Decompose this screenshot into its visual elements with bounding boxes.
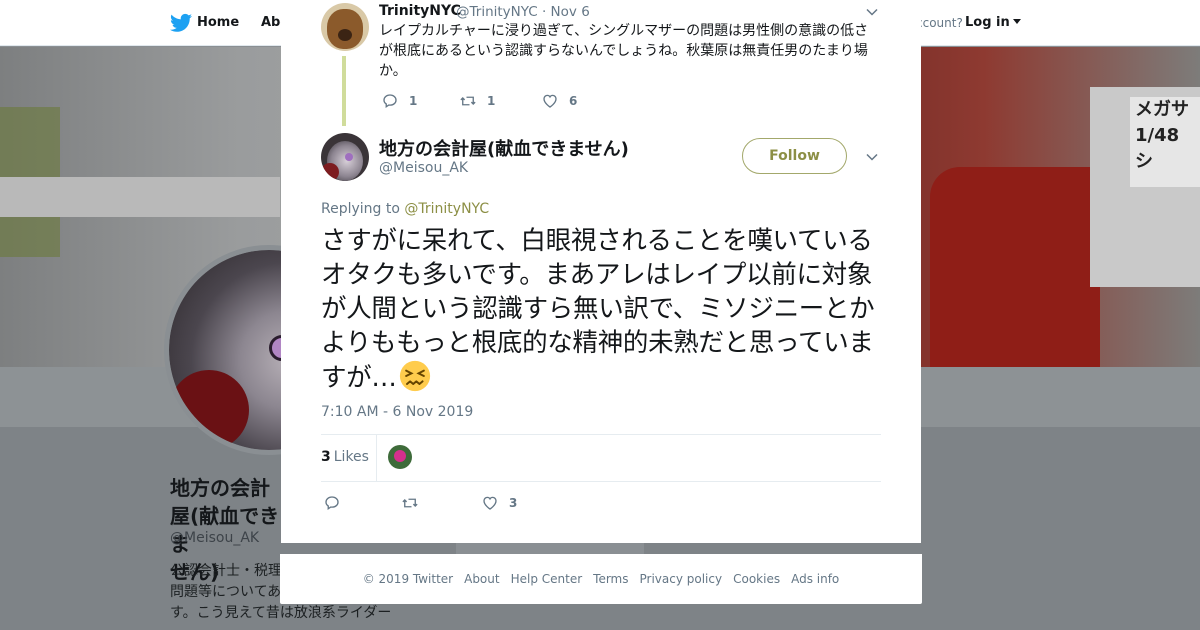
caret-down-icon [1012, 19, 1021, 24]
replying-to-prefix: Replying to [321, 201, 400, 217]
footer-links: © 2019 Twitter About Help Center Terms P… [280, 554, 922, 604]
replied-user-avatar[interactable] [321, 3, 369, 51]
like-action[interactable]: 3 [481, 494, 517, 512]
tweet-text: さすがに呆れて、白眼視されることを嘆いているオタクも多いです。まあアレはレイプ以… [321, 224, 883, 395]
likes-count: 3 [321, 449, 331, 465]
divider [376, 435, 377, 481]
footer-link-about[interactable]: About [464, 572, 499, 586]
banner-shape [0, 177, 280, 217]
chevron-down-icon[interactable] [866, 151, 878, 163]
divider [321, 434, 881, 435]
login-label: Log in [965, 15, 1010, 30]
author-avatar[interactable] [321, 133, 369, 181]
overlay-gap [456, 543, 644, 554]
like-count: 3 [509, 496, 518, 510]
banner-sign-text: メガサ 1/48 シ [1135, 97, 1200, 175]
banner-shape [930, 167, 1100, 367]
liker-avatar[interactable] [388, 445, 412, 469]
divider [321, 481, 881, 482]
nav-account-prompt: ccount? [916, 16, 963, 30]
author-handle[interactable]: @Meisou_AK [379, 160, 468, 176]
likes-label: Likes [333, 449, 369, 465]
footer-link-privacy[interactable]: Privacy policy [640, 572, 723, 586]
like-action[interactable]: 6 [541, 92, 577, 110]
replied-user-handle-date[interactable]: @TrinityNYC · Nov 6 [456, 4, 590, 20]
reply-count: 1 [409, 94, 418, 108]
retweet-icon [402, 498, 418, 508]
replying-to-line: Replying to @TrinityNYC [321, 201, 489, 217]
retweet-action[interactable]: 1 [459, 92, 495, 110]
reply-action[interactable]: 1 [381, 92, 417, 110]
banner-sign-line: 1/48 シ [1135, 125, 1180, 172]
avatar-detail [321, 163, 339, 181]
author-name[interactable]: 地方の会計屋(献血できません) [379, 135, 629, 161]
reply-icon [325, 496, 339, 510]
dog-avatar-image [327, 9, 363, 49]
follow-button[interactable]: Follow [742, 138, 847, 174]
footer-copyright: © 2019 Twitter [362, 572, 454, 586]
confounded-face-icon [399, 360, 430, 392]
banner-sign-line: メガサ [1135, 99, 1189, 120]
twitter-bird-icon[interactable] [170, 13, 192, 33]
footer-link-help-center[interactable]: Help Center [511, 572, 583, 586]
modal-footer: © 2019 Twitter About Help Center Terms P… [280, 554, 922, 604]
nav-login-link[interactable]: Log in [965, 15, 1021, 30]
avatar-eye [345, 153, 353, 161]
tweet-timestamp[interactable]: 7:10 AM - 6 Nov 2019 [321, 404, 473, 420]
retweet-icon [460, 96, 476, 106]
footer-link-cookies[interactable]: Cookies [733, 572, 780, 586]
chevron-down-icon[interactable] [866, 6, 878, 18]
retweet-count: 1 [487, 94, 496, 108]
like-count: 6 [569, 94, 578, 108]
profile-handle: @Meisou_AK [170, 530, 260, 546]
footer-link-terms[interactable]: Terms [593, 572, 628, 586]
heart-icon [483, 496, 497, 510]
avatar-detail [169, 370, 249, 450]
likes-stat[interactable]: 3 Likes [321, 449, 369, 465]
footer-link-ads-info[interactable]: Ads info [791, 572, 839, 586]
retweet-action[interactable] [401, 494, 429, 512]
nav-home-link[interactable]: Home [197, 15, 239, 30]
heart-icon [543, 94, 557, 108]
replying-to-link[interactable]: @TrinityNYC [404, 201, 489, 217]
tweet-modal: TrinityNYC @TrinityNYC · Nov 6 レイプカルチャーに… [281, 0, 921, 543]
replied-tweet-text: レイプカルチャーに浸り過ぎて、シングルマザーの問題は男性側の意識の低さが根底にあ… [379, 23, 869, 79]
close-icon[interactable] [1154, 12, 1178, 36]
replied-user-name[interactable]: TrinityNYC [379, 3, 461, 19]
reply-action[interactable] [323, 494, 351, 512]
reply-icon [383, 94, 397, 108]
thread-connector-line [342, 56, 346, 126]
